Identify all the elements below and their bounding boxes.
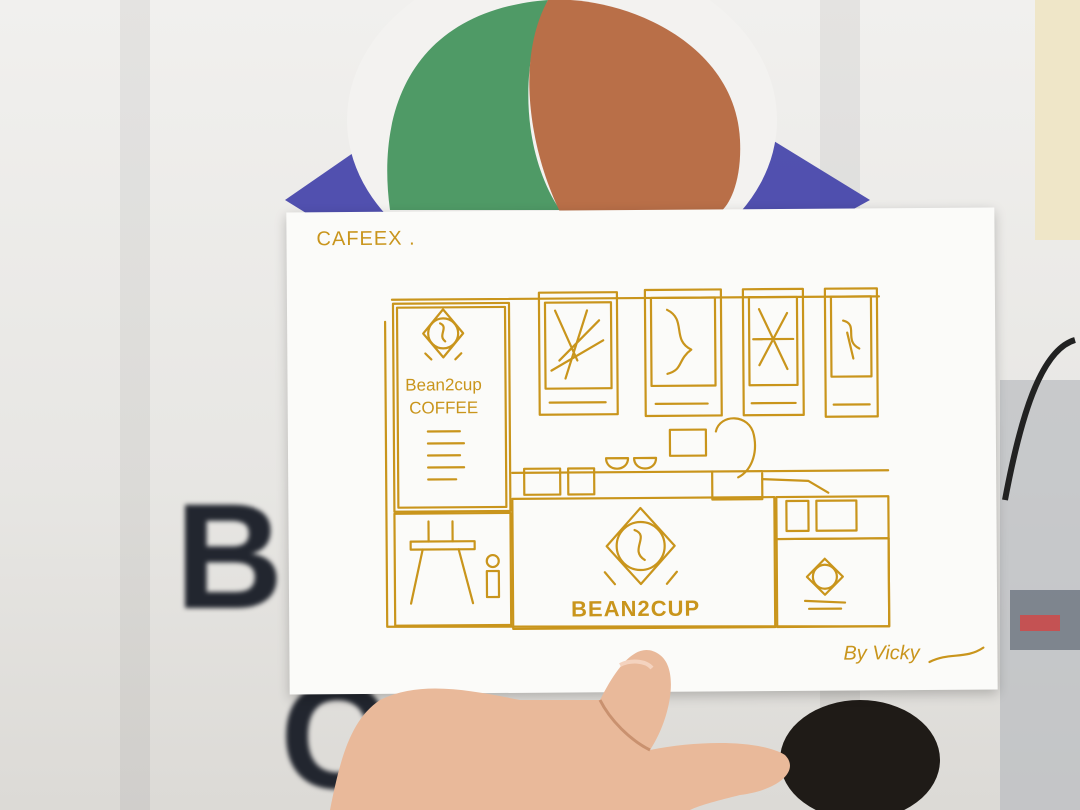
hand [330,650,790,810]
hand-shape [330,650,790,810]
photo-scene: BE C CAFEEX . Bean2cup COFFEE BEAN2CUP B… [0,0,1080,810]
